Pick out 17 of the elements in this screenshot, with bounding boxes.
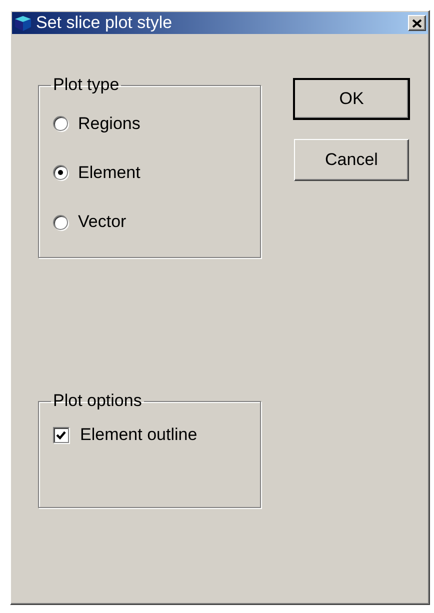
default-button[interactable]: OK	[294, 79, 409, 119]
close-icon	[412, 18, 422, 28]
radio-button[interactable]	[53, 214, 68, 230]
cube-icon	[14, 14, 32, 32]
radio-button[interactable]	[53, 165, 68, 180]
window-title: Set slice plot style	[36, 13, 174, 33]
group-label: Plot type	[52, 75, 120, 95]
radio-label[interactable]: Element	[78, 162, 140, 183]
close-button[interactable]	[408, 15, 426, 31]
dialog-button[interactable]: Cancel	[294, 139, 409, 181]
radio-button[interactable]	[53, 116, 68, 132]
checkbox-label[interactable]: Element outline	[80, 425, 198, 445]
radio-label[interactable]: Vector	[78, 212, 126, 232]
check-mark-icon	[56, 430, 66, 440]
group-label: Plot options	[52, 391, 143, 411]
radio-label[interactable]: Regions	[78, 114, 140, 134]
checkbox[interactable]	[53, 427, 69, 443]
